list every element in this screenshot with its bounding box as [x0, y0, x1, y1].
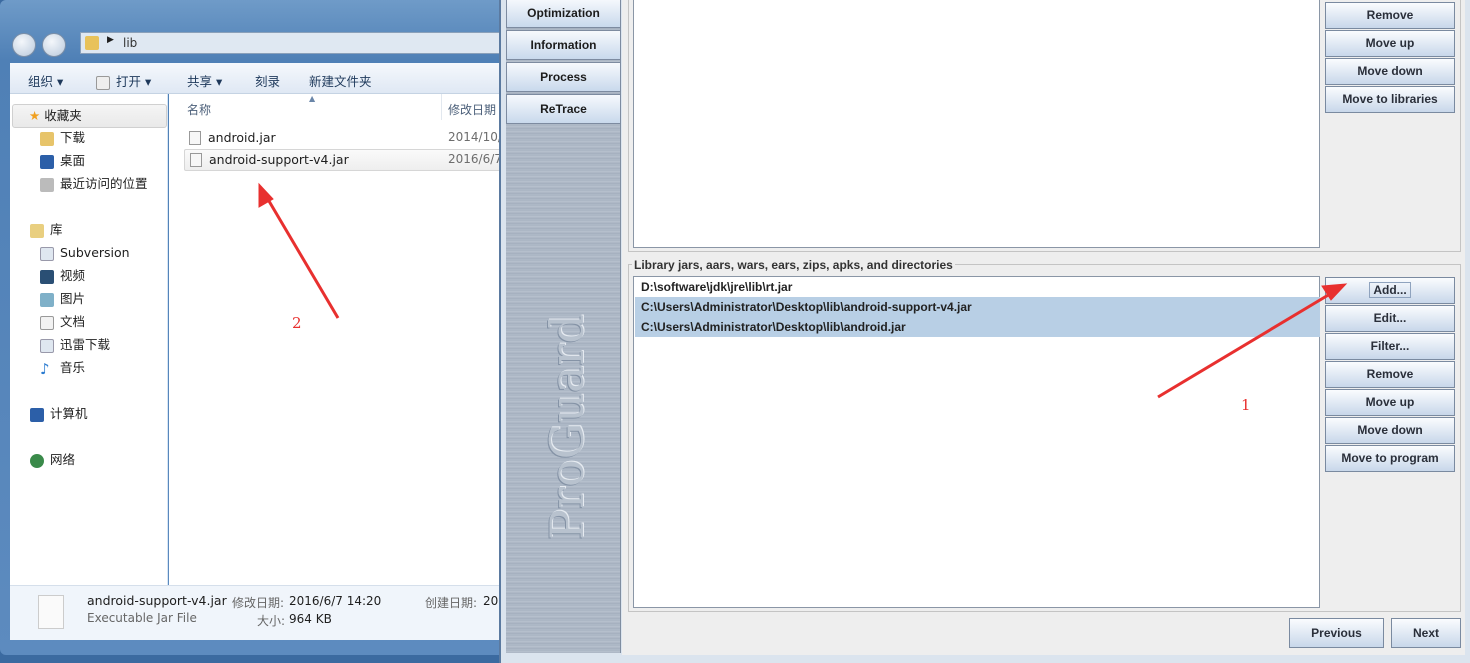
annotation-label-1: 1	[1241, 396, 1251, 414]
arrow-2-shaft	[264, 195, 340, 319]
arrow-1-shaft	[1157, 289, 1336, 399]
annotation-label-2: 2	[292, 314, 302, 332]
annotation-arrows	[258, 182, 1348, 399]
